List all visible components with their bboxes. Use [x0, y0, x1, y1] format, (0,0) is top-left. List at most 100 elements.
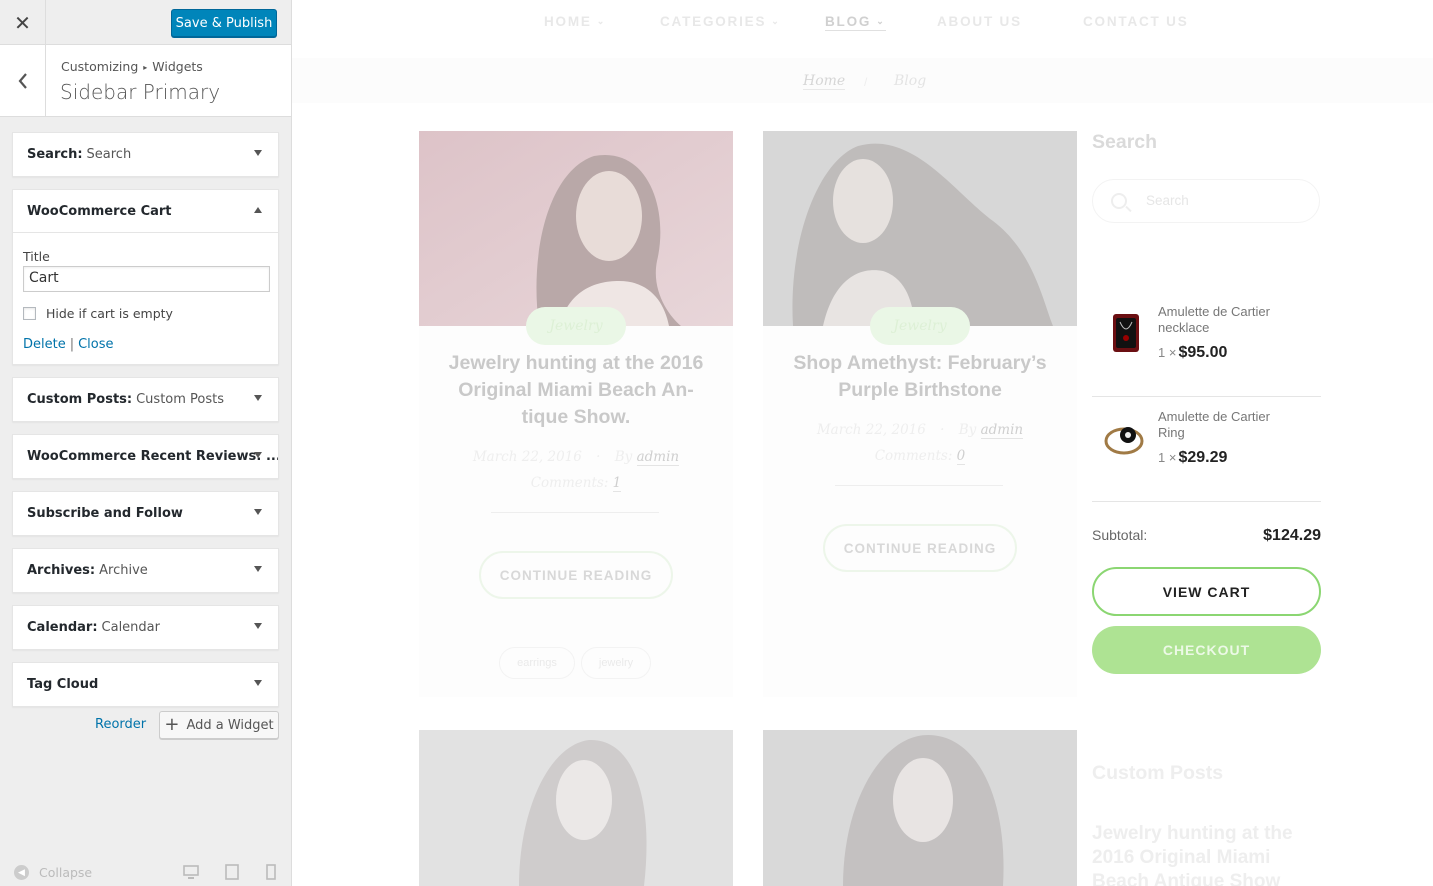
comments-count[interactable]: 0: [956, 448, 966, 465]
nav-item-about[interactable]: ABOUT US: [937, 14, 1022, 29]
widget-calendar[interactable]: Calendar: Calendar: [12, 605, 279, 650]
page-breadcrumb: Home / Blog: [292, 58, 1433, 103]
expand-arrow-icon[interactable]: [254, 680, 262, 686]
comments-label: Comments:: [874, 448, 953, 464]
nav-item-blog[interactable]: BLOG ⌄: [825, 14, 886, 31]
post-meta: March 22, 2016 · By admin Comments: 1: [472, 449, 680, 492]
author-link[interactable]: admin: [980, 422, 1024, 439]
continue-reading-button[interactable]: CONTINUE READING: [823, 524, 1017, 572]
tablet-preview-icon[interactable]: [224, 864, 240, 880]
desktop-preview-icon[interactable]: [183, 864, 199, 880]
hide-empty-row: Hide if cart is empty: [23, 306, 268, 321]
widget-name: WooCommerce Recent Reviews: ...: [27, 449, 278, 464]
post-title[interactable]: Jewelry hunting at the 2016 Original Mia…: [439, 350, 713, 431]
post-photo[interactable]: [419, 730, 733, 886]
post-photo: [763, 131, 1077, 326]
collapse-label: Collapse: [39, 865, 93, 880]
nav-item-categories[interactable]: CATEGORIES ⌄: [660, 14, 781, 29]
back-button[interactable]: [0, 45, 46, 116]
hide-if-empty-checkbox[interactable]: [23, 307, 36, 320]
widget-tag-cloud[interactable]: Tag Cloud: [12, 662, 279, 707]
widget-header[interactable]: Subscribe and Follow: [13, 492, 278, 535]
category-tag[interactable]: Jewelry: [870, 307, 970, 345]
continue-reading-button[interactable]: CONTINUE READING: [479, 551, 673, 599]
breadcrumb: Customizing ▸ Widgets: [61, 59, 203, 74]
cart-item-name[interactable]: Amulette de Cartier necklace: [1158, 304, 1298, 336]
cart-item: Amulette de Cartier necklace 1 × $95.00: [1092, 292, 1321, 397]
main-nav: HOME ⌄ CATEGORIES ⌄ BLOG ⌄ ABOUT US CONTACT…: [292, 0, 1433, 44]
search-input[interactable]: Search: [1146, 193, 1189, 208]
nav-item-home[interactable]: HOME ⌄: [544, 14, 606, 29]
ring-thumbnail[interactable]: [1102, 415, 1148, 461]
widget-header[interactable]: Custom Posts: Custom Posts: [13, 378, 278, 421]
collapse-button[interactable]: ◀ Collapse: [14, 865, 92, 880]
widget-recent-reviews[interactable]: WooCommerce Recent Reviews: ...: [12, 434, 279, 479]
widget-woocommerce-cart[interactable]: WooCommerce Cart Title Cart Hide if cart…: [12, 189, 279, 365]
expand-arrow-icon[interactable]: [254, 509, 262, 515]
close-customizer-button[interactable]: ✕: [0, 0, 46, 45]
customizer-header: ✕ Save & Publish: [0, 0, 291, 45]
nav-item-contact[interactable]: CONTACT US: [1083, 14, 1189, 29]
widget-search[interactable]: Search: Search: [12, 132, 279, 177]
expand-arrow-icon[interactable]: [254, 452, 262, 458]
tag-pill[interactable]: jewelry: [581, 647, 651, 679]
widget-header[interactable]: Search: Search: [13, 133, 278, 176]
post-photo: [419, 131, 733, 326]
cart-item-name[interactable]: Amulette de Cartier Ring: [1158, 409, 1298, 441]
save-publish-button[interactable]: Save & Publish: [171, 9, 277, 37]
widget-subtitle: Archive: [99, 563, 148, 578]
collapse-arrow-icon[interactable]: [254, 207, 262, 213]
widget-name: Custom Posts:: [27, 392, 133, 407]
hide-if-empty-label[interactable]: Hide if cart is empty: [46, 306, 173, 321]
post-title[interactable]: Shop Amethyst: February’s Purple Birthst…: [783, 350, 1057, 404]
nav-label: ABOUT US: [937, 14, 1022, 29]
search-box[interactable]: Search: [1092, 179, 1320, 223]
delete-link[interactable]: Delete: [23, 337, 66, 352]
title-input[interactable]: Cart: [23, 266, 270, 292]
widget-header[interactable]: Tag Cloud: [13, 663, 278, 706]
post-date: March 22, 2016: [816, 422, 926, 438]
post-card: Jewelry Shop Amethyst: February’s Purple…: [763, 131, 1077, 697]
site-preview: HOME ⌄ CATEGORIES ⌄ BLOG ⌄ ABOUT US CONTACT…: [292, 0, 1433, 886]
post-by: By: [958, 422, 977, 438]
widget-header[interactable]: Archives: Archive: [13, 549, 278, 592]
post-image[interactable]: [419, 131, 733, 326]
post-photo[interactable]: [763, 730, 1077, 886]
post-by: By: [614, 449, 633, 465]
comments-label: Comments:: [530, 475, 609, 491]
widget-header[interactable]: WooCommerce Recent Reviews: ...: [13, 435, 278, 478]
checkout-button[interactable]: CHECKOUT: [1092, 626, 1321, 674]
widget-header[interactable]: Calendar: Calendar: [13, 606, 278, 649]
widget-name: Archives:: [27, 563, 96, 578]
widget-subscribe-follow[interactable]: Subscribe and Follow: [12, 491, 279, 536]
nav-label: CONTACT US: [1083, 14, 1189, 29]
widget-subtitle: Calendar: [101, 620, 160, 635]
section-header: Customizing ▸ Widgets Sidebar Primary: [0, 45, 291, 117]
view-cart-button[interactable]: VIEW CART: [1092, 567, 1321, 616]
widget-header[interactable]: WooCommerce Cart: [13, 190, 278, 233]
add-widget-button[interactable]: + Add a Widget: [159, 711, 279, 739]
category-tag[interactable]: Jewelry: [526, 307, 626, 345]
expand-arrow-icon[interactable]: [254, 566, 262, 572]
widget-list: Search: Search WooCommerce Cart Title Car…: [12, 132, 279, 719]
necklace-box-thumbnail[interactable]: [1102, 310, 1148, 356]
expand-arrow-icon[interactable]: [254, 150, 262, 156]
tag-pill[interactable]: earrings: [499, 647, 575, 679]
title-label: Title: [23, 249, 50, 264]
widget-archives[interactable]: Archives: Archive: [12, 548, 279, 593]
widget-subtitle: Custom Posts: [136, 392, 225, 407]
mobile-preview-icon[interactable]: [263, 864, 279, 880]
expand-arrow-icon[interactable]: [254, 395, 262, 401]
post-image[interactable]: [763, 131, 1077, 326]
author-link[interactable]: admin: [636, 449, 680, 466]
reorder-link[interactable]: Reorder: [95, 717, 146, 732]
custom-post-link[interactable]: Jewelry hunting at the 2016 Original Mia…: [1092, 822, 1322, 886]
cart-item-quantity: 1 × $29.29: [1158, 449, 1227, 467]
breadcrumb-home-link[interactable]: Home: [803, 73, 846, 90]
action-divider: |: [69, 337, 75, 352]
nav-label: BLOG: [825, 14, 872, 29]
comments-count[interactable]: 1: [612, 475, 622, 492]
close-link[interactable]: Close: [78, 337, 113, 352]
expand-arrow-icon[interactable]: [254, 623, 262, 629]
widget-custom-posts[interactable]: Custom Posts: Custom Posts: [12, 377, 279, 422]
